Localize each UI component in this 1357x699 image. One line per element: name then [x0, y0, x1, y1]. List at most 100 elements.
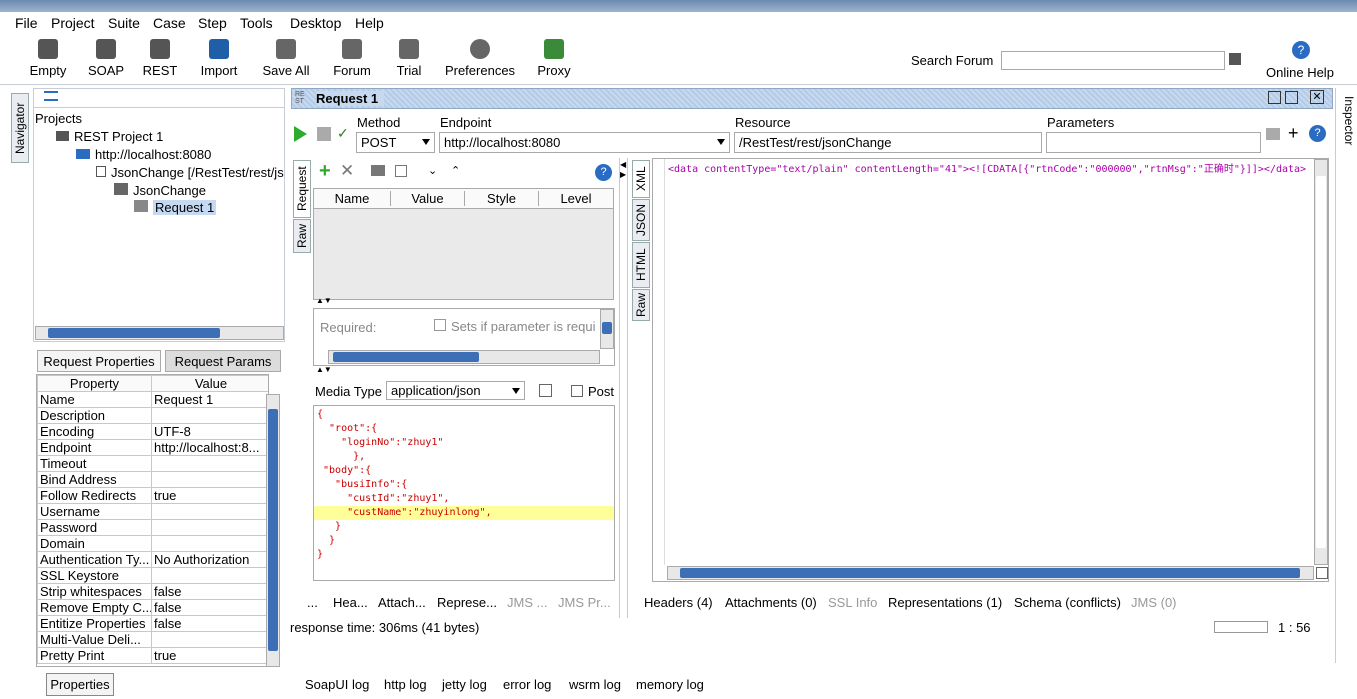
- tab-request-params[interactable]: Request Params: [165, 350, 281, 372]
- table-row[interactable]: Multi-Value Deli...: [37, 631, 268, 648]
- encode-icon[interactable]: [371, 165, 385, 176]
- close-icon[interactable]: ✕: [1310, 90, 1324, 104]
- navigator-tab[interactable]: Navigator: [11, 93, 29, 163]
- property-value[interactable]: [151, 503, 268, 520]
- tab-jms-properties[interactable]: JMS Pr...: [558, 595, 611, 610]
- post-checkbox[interactable]: [571, 385, 583, 397]
- tab-schema[interactable]: Schema (conflicts): [1014, 595, 1121, 610]
- tree-resource[interactable]: JsonChange [/RestTest/rest/js: [96, 165, 284, 180]
- properties-button[interactable]: Properties: [46, 673, 114, 696]
- splitter-arrows-2[interactable]: ▲▼: [316, 365, 332, 374]
- table-row[interactable]: Username: [37, 503, 268, 520]
- property-value[interactable]: false: [151, 615, 268, 632]
- trial-button[interactable]: Trial: [391, 39, 427, 83]
- tab-resp-jms[interactable]: JMS (0): [1131, 595, 1177, 610]
- table-row[interactable]: Authentication Ty... No Authorization: [37, 551, 268, 568]
- menu-file[interactable]: File: [15, 15, 38, 31]
- property-value[interactable]: true: [151, 647, 268, 664]
- forum-button[interactable]: Forum: [330, 39, 374, 83]
- tab-request-properties[interactable]: Request Properties: [37, 350, 161, 372]
- tab-resp-headers[interactable]: Headers (4): [644, 595, 713, 610]
- clear-icon[interactable]: [395, 165, 407, 177]
- tab-jetty-log[interactable]: jetty log: [442, 677, 487, 692]
- tab-request[interactable]: Request: [293, 160, 311, 218]
- media-type-options-icon[interactable]: [539, 384, 552, 397]
- menu-tools[interactable]: Tools: [240, 15, 273, 31]
- property-value[interactable]: false: [151, 599, 268, 616]
- tab-wsrm-log[interactable]: wsrm log: [569, 677, 621, 692]
- response-hscroll[interactable]: [667, 566, 1314, 580]
- tab-jms[interactable]: JMS ...: [507, 595, 547, 610]
- tab-error-log[interactable]: error log: [503, 677, 551, 692]
- tab-memory-log[interactable]: memory log: [636, 677, 704, 692]
- response-vscroll[interactable]: [1314, 159, 1328, 565]
- binoculars-icon[interactable]: [1229, 53, 1241, 65]
- table-row[interactable]: Password: [37, 519, 268, 536]
- required-checkbox[interactable]: [434, 319, 446, 331]
- tab-attachments[interactable]: Attach...: [378, 595, 426, 610]
- menu-desktop[interactable]: Desktop: [290, 15, 341, 31]
- online-help-label[interactable]: Online Help: [1266, 65, 1334, 80]
- inspector-tab[interactable]: Inspector: [1338, 96, 1356, 156]
- property-value[interactable]: [151, 567, 268, 584]
- media-type-select[interactable]: application/json: [386, 381, 525, 400]
- property-value[interactable]: [151, 471, 268, 488]
- stop-icon[interactable]: [317, 127, 331, 141]
- details-hscroll[interactable]: [328, 350, 600, 364]
- tree-service[interactable]: http://localhost:8080: [76, 147, 211, 162]
- property-value[interactable]: UTF-8: [151, 423, 268, 440]
- table-row[interactable]: SSL Keystore: [37, 567, 268, 584]
- tab-headers[interactable]: Hea...: [333, 595, 368, 610]
- check-icon[interactable]: ✓: [337, 125, 353, 141]
- request-body-editor[interactable]: { "root":{ "loginNo":"zhuy1" }, "body":{…: [313, 405, 615, 581]
- table-row[interactable]: Strip whitespaces false: [37, 583, 268, 600]
- property-value[interactable]: Request 1: [151, 391, 268, 408]
- response-editor[interactable]: <data contentType="text/plain" contentLe…: [652, 158, 1329, 582]
- property-value[interactable]: http://localhost:8...: [151, 439, 268, 456]
- menu-help[interactable]: Help: [355, 15, 384, 31]
- tab-raw[interactable]: Raw: [293, 219, 311, 253]
- tab-representations[interactable]: Represe...: [437, 595, 497, 610]
- help-icon[interactable]: ?: [1309, 125, 1326, 142]
- help-icon[interactable]: ?: [595, 164, 612, 181]
- navigator-hscroll[interactable]: [35, 326, 284, 340]
- table-row[interactable]: Description: [37, 407, 268, 424]
- search-forum-input[interactable]: [1001, 51, 1225, 70]
- table-row[interactable]: Endpoint http://localhost:8...: [37, 439, 268, 456]
- method-select[interactable]: POST: [356, 132, 435, 153]
- tab-xml[interactable]: XML: [632, 160, 650, 198]
- menu-step[interactable]: Step: [198, 15, 227, 31]
- save-all-button[interactable]: Save All: [260, 39, 312, 83]
- maximize-icon[interactable]: [1285, 91, 1298, 104]
- tab-raw-response[interactable]: Raw: [632, 289, 650, 321]
- tab-soapui-log[interactable]: SoapUI log: [305, 677, 369, 692]
- resource-input[interactable]: /RestTest/rest/jsonChange: [734, 132, 1042, 153]
- table-row[interactable]: Timeout: [37, 455, 268, 472]
- tree-request[interactable]: Request 1: [134, 200, 217, 215]
- menu-case[interactable]: Case: [153, 15, 186, 31]
- move-down-icon[interactable]: ⌄: [428, 164, 437, 177]
- endpoint-select[interactable]: http://localhost:8080: [439, 132, 730, 153]
- add-param-icon[interactable]: +: [319, 160, 331, 183]
- parameters-input[interactable]: [1046, 132, 1261, 153]
- property-value[interactable]: false: [151, 583, 268, 600]
- table-row[interactable]: Name Request 1: [37, 391, 268, 408]
- property-value[interactable]: [151, 407, 268, 424]
- empty-button[interactable]: Empty: [28, 39, 68, 83]
- splitter-arrows[interactable]: ▲▼: [316, 296, 332, 305]
- tree-view-icon[interactable]: [44, 91, 58, 101]
- property-value[interactable]: No Authorization: [151, 551, 268, 568]
- tree-method[interactable]: JsonChange: [114, 183, 206, 198]
- tab-more[interactable]: ...: [307, 595, 318, 610]
- property-value[interactable]: [151, 631, 268, 648]
- tab-resp-attachments[interactable]: Attachments (0): [725, 595, 817, 610]
- add-icon[interactable]: +: [1288, 123, 1299, 144]
- run-icon[interactable]: [294, 126, 307, 142]
- tab-json[interactable]: JSON: [632, 199, 650, 241]
- params-table[interactable]: Name Value Style Level: [313, 188, 614, 300]
- property-value[interactable]: [151, 455, 268, 472]
- table-row[interactable]: Remove Empty C... false: [37, 599, 268, 616]
- tab-html[interactable]: HTML: [632, 242, 650, 288]
- editor-splitter[interactable]: ◀ ▶: [619, 158, 628, 618]
- restore-icon[interactable]: [1268, 91, 1281, 104]
